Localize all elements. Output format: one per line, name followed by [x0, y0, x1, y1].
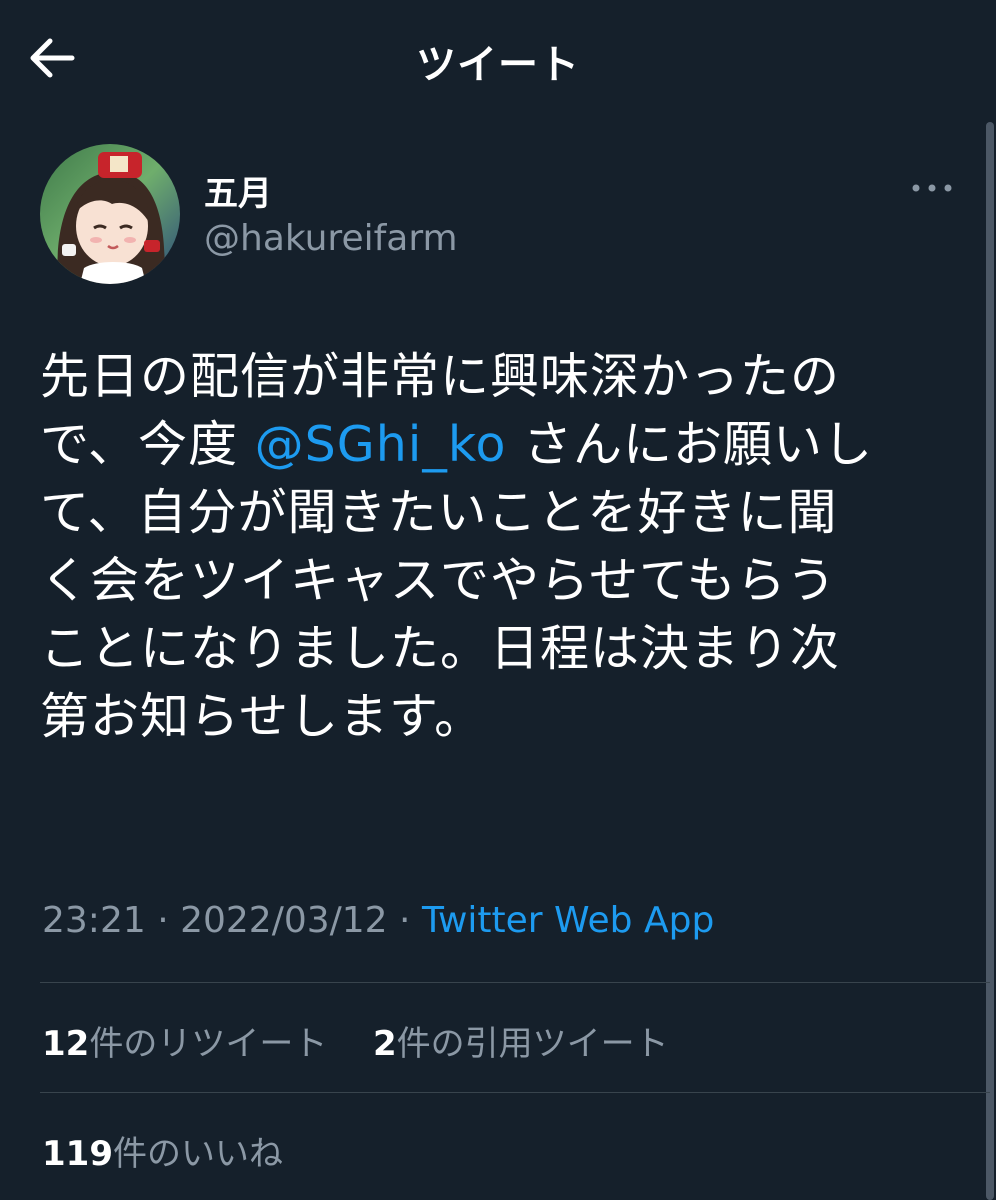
header-bar: ツイート — [0, 0, 996, 118]
tweet-metadata: 23:21 · 2022/03/12 · Twitter Web App — [42, 900, 714, 941]
tweet-text: 先日の配信が非常に興味深かったの で、今度 @SGhi_ko さんにお願いし て… — [40, 343, 956, 751]
page-title: ツイート — [416, 42, 580, 88]
author-display-name[interactable]: 五月 — [204, 166, 272, 215]
tweet-line: 第お知らせします。 — [40, 688, 485, 745]
meta-separator: · — [387, 900, 422, 941]
likes-stats-row: 119件のいいね — [42, 1126, 283, 1175]
scrollbar[interactable] — [986, 122, 994, 1200]
tweet-line: て、自分が聞きたいことを好きに聞 — [40, 484, 838, 541]
tweet-time[interactable]: 23:21 — [42, 900, 146, 941]
tweet-line: 先日の配信が非常に興味深かったの — [40, 348, 841, 405]
engagement-stats-row: 12件のリツイート 2件の引用ツイート — [42, 1016, 669, 1065]
tweet-line: く会をツイキャスでやらせてもらう — [40, 552, 837, 609]
avatar[interactable] — [40, 144, 180, 284]
quotes-label: 件の引用ツイート — [396, 1024, 669, 1064]
likes-label: 件のいいね — [112, 1134, 283, 1174]
quotes-count: 2 — [372, 1024, 397, 1064]
tweet-detail-screen: ツイート 五月 @hakureifarm 先日の配信が非常に興味深かったの で、… — [0, 0, 996, 1200]
mention-link[interactable]: @SGhi_ko — [255, 416, 507, 473]
retweets-count: 12 — [42, 1024, 90, 1064]
meta-separator: · — [145, 900, 181, 941]
likes-count: 119 — [42, 1134, 113, 1174]
divider — [40, 1092, 990, 1093]
tweet-line: で、今度 @SGhi_ko さんにお願いし — [40, 416, 874, 473]
more-horizontal-icon — [912, 184, 952, 192]
tweet-date[interactable]: 2022/03/12 — [180, 900, 388, 941]
tweet-source-link[interactable]: Twitter Web App — [422, 900, 714, 941]
likes-stat[interactable]: 119件のいいね — [42, 1134, 283, 1174]
author-handle[interactable]: @hakureifarm — [204, 218, 458, 259]
retweets-label: 件のリツイート — [89, 1024, 328, 1064]
quotes-stat[interactable]: 2件の引用ツイート — [373, 1024, 669, 1064]
retweets-stat[interactable]: 12件のリツイート — [42, 1024, 327, 1064]
tweet-line: ことになりました。日程は決まり次 — [40, 620, 841, 677]
anime-character-avatar — [40, 144, 180, 284]
more-options-button[interactable] — [908, 172, 956, 204]
divider — [40, 982, 990, 983]
